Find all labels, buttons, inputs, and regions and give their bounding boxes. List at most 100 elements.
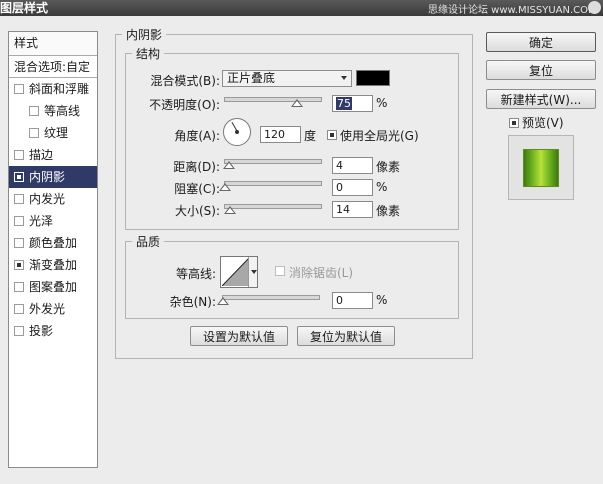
global-light-checkbox[interactable] — [327, 130, 337, 140]
chevron-down-icon[interactable] — [248, 257, 257, 287]
sidebar-item[interactable]: 斜面和浮雕 — [9, 78, 97, 100]
sidebar-item-checkbox[interactable] — [29, 106, 39, 116]
opacity-slider-thumb[interactable] — [291, 99, 303, 107]
sidebar-item[interactable]: 等高线 — [9, 100, 97, 122]
noise-slider-thumb[interactable] — [217, 297, 229, 305]
title-bar: 图层样式 思缘设计论坛 www.MISSYUAN.COM — [0, 0, 603, 16]
sidebar-item[interactable]: 内发光 — [9, 188, 97, 210]
choke-value: 0 — [336, 181, 343, 194]
sidebar-item-checkbox[interactable] — [14, 194, 24, 204]
anti-alias-checkbox[interactable] — [275, 266, 285, 276]
sidebar-item-checkbox[interactable] — [29, 128, 39, 138]
sidebar-item-checkbox[interactable] — [14, 326, 24, 336]
size-label: 大小(S): — [174, 204, 220, 218]
watermark-text: 思缘设计论坛 www.MISSYUAN.COM — [428, 5, 597, 16]
distance-slider[interactable] — [222, 159, 322, 169]
reset-default-button[interactable]: 复位为默认值 — [297, 326, 395, 346]
sidebar-item-checkbox[interactable] — [14, 150, 24, 160]
distance-unit: 像素 — [376, 160, 401, 174]
contour-picker[interactable] — [220, 256, 258, 288]
styles-header[interactable]: 样式 — [9, 32, 97, 56]
site-logo-icon — [588, 1, 601, 14]
linear-contour-icon — [222, 258, 249, 286]
sidebar-item-label: 内发光 — [29, 192, 66, 206]
chevron-down-icon — [341, 76, 347, 80]
size-value: 14 — [336, 203, 350, 216]
sidebar-item-label: 内阴影 — [29, 170, 66, 184]
quality-title: 品质 — [136, 235, 161, 249]
new-style-button[interactable]: 新建样式(W)... — [486, 89, 596, 109]
angle-label: 角度(A): — [174, 129, 220, 143]
set-default-button[interactable]: 设置为默认值 — [190, 326, 288, 346]
size-input[interactable]: 14 — [332, 201, 373, 218]
opacity-value: 75 — [336, 97, 352, 110]
angle-center-dot — [235, 130, 239, 134]
opacity-input[interactable]: 75 — [332, 95, 373, 112]
sidebar-item-label: 等高线 — [44, 104, 81, 118]
sidebar-item[interactable]: 渐变叠加 — [9, 254, 97, 276]
sidebar-item[interactable]: 描边 — [9, 144, 97, 166]
blend-options-item[interactable]: 混合选项:自定 — [9, 56, 97, 78]
sidebar-item-checkbox[interactable] — [14, 282, 24, 292]
global-light-label[interactable]: 使用全局光(G) — [340, 127, 419, 144]
choke-slider[interactable] — [219, 181, 322, 191]
noise-value: 0 — [336, 294, 343, 307]
sidebar-item[interactable]: 图案叠加 — [9, 276, 97, 298]
choke-percent: % — [376, 180, 388, 194]
sidebar-item-label: 光泽 — [29, 214, 54, 228]
angle-input[interactable]: 120 — [260, 126, 301, 143]
angle-dial[interactable] — [223, 118, 251, 146]
blend-mode-label: 混合模式(B): — [150, 74, 220, 88]
preview-label[interactable]: 预览(V) — [522, 114, 564, 131]
blend-mode-value: 正片叠底 — [227, 71, 276, 85]
sidebar-item-checkbox[interactable] — [14, 238, 24, 248]
preview-swatch — [523, 149, 559, 187]
style-list: 斜面和浮雕等高线纹理描边内阴影内发光光泽颜色叠加渐变叠加图案叠加外发光 投影 — [9, 78, 97, 342]
noise-label: 杂色(N): — [169, 295, 216, 309]
sidebar-item[interactable]: 光泽 — [9, 210, 97, 232]
distance-label: 距离(D): — [173, 160, 220, 174]
choke-input[interactable]: 0 — [332, 179, 373, 196]
style-preview — [508, 135, 574, 200]
ok-button[interactable]: 确定 — [486, 32, 596, 52]
sidebar-item[interactable]: 内阴影 — [9, 166, 97, 188]
size-slider[interactable] — [224, 204, 322, 214]
noise-percent: % — [376, 293, 388, 307]
distance-input[interactable]: 4 — [332, 157, 373, 174]
reset-button[interactable]: 复位 — [486, 60, 596, 80]
sidebar-item-label: 斜面和浮雕 — [29, 82, 90, 96]
angle-value: 120 — [264, 128, 285, 141]
sidebar-item-label: 描边 — [29, 148, 54, 162]
anti-alias-label[interactable]: 消除锯齿(L) — [289, 264, 353, 281]
sidebar-item[interactable]: 外发光 — [9, 298, 97, 320]
distance-value: 4 — [336, 159, 343, 172]
noise-slider[interactable] — [217, 295, 320, 305]
sidebar-item-label: 图案叠加 — [29, 280, 78, 294]
sidebar-item-label: 颜色叠加 — [29, 236, 78, 250]
sidebar-item-checkbox[interactable] — [14, 304, 24, 314]
inner-shadow-title: 内阴影 — [126, 28, 163, 42]
distance-slider-thumb[interactable] — [222, 161, 235, 169]
sidebar-item-checkbox[interactable] — [14, 84, 24, 94]
shadow-color-swatch[interactable] — [356, 70, 390, 86]
size-unit: 像素 — [376, 204, 401, 218]
sidebar-item[interactable]: 纹理 — [9, 122, 97, 144]
sidebar-item-label: 渐变叠加 — [29, 258, 78, 272]
window-title: 图层样式 — [0, 1, 49, 15]
opacity-percent: % — [376, 96, 388, 110]
sidebar-item-label: 纹理 — [44, 126, 69, 140]
structure-title: 结构 — [136, 47, 161, 61]
choke-slider-thumb[interactable] — [219, 183, 231, 191]
angle-unit: 度 — [304, 129, 317, 143]
preview-checkbox[interactable] — [509, 118, 519, 128]
opacity-slider[interactable] — [224, 97, 322, 107]
size-slider-thumb[interactable] — [224, 206, 237, 214]
sidebar-item[interactable]: 颜色叠加 — [9, 232, 97, 254]
noise-input[interactable]: 0 — [332, 292, 373, 309]
sidebar-item[interactable]: 投影 — [9, 320, 97, 342]
sidebar-item-checkbox[interactable] — [14, 216, 24, 226]
sidebar-item-checkbox[interactable] — [14, 172, 24, 182]
styles-sidebar: 样式 混合选项:自定 斜面和浮雕等高线纹理描边内阴影内发光光泽颜色叠加渐变叠加图… — [8, 31, 98, 468]
sidebar-item-checkbox[interactable] — [14, 260, 24, 270]
blend-mode-select[interactable]: 正片叠底 — [222, 70, 352, 87]
